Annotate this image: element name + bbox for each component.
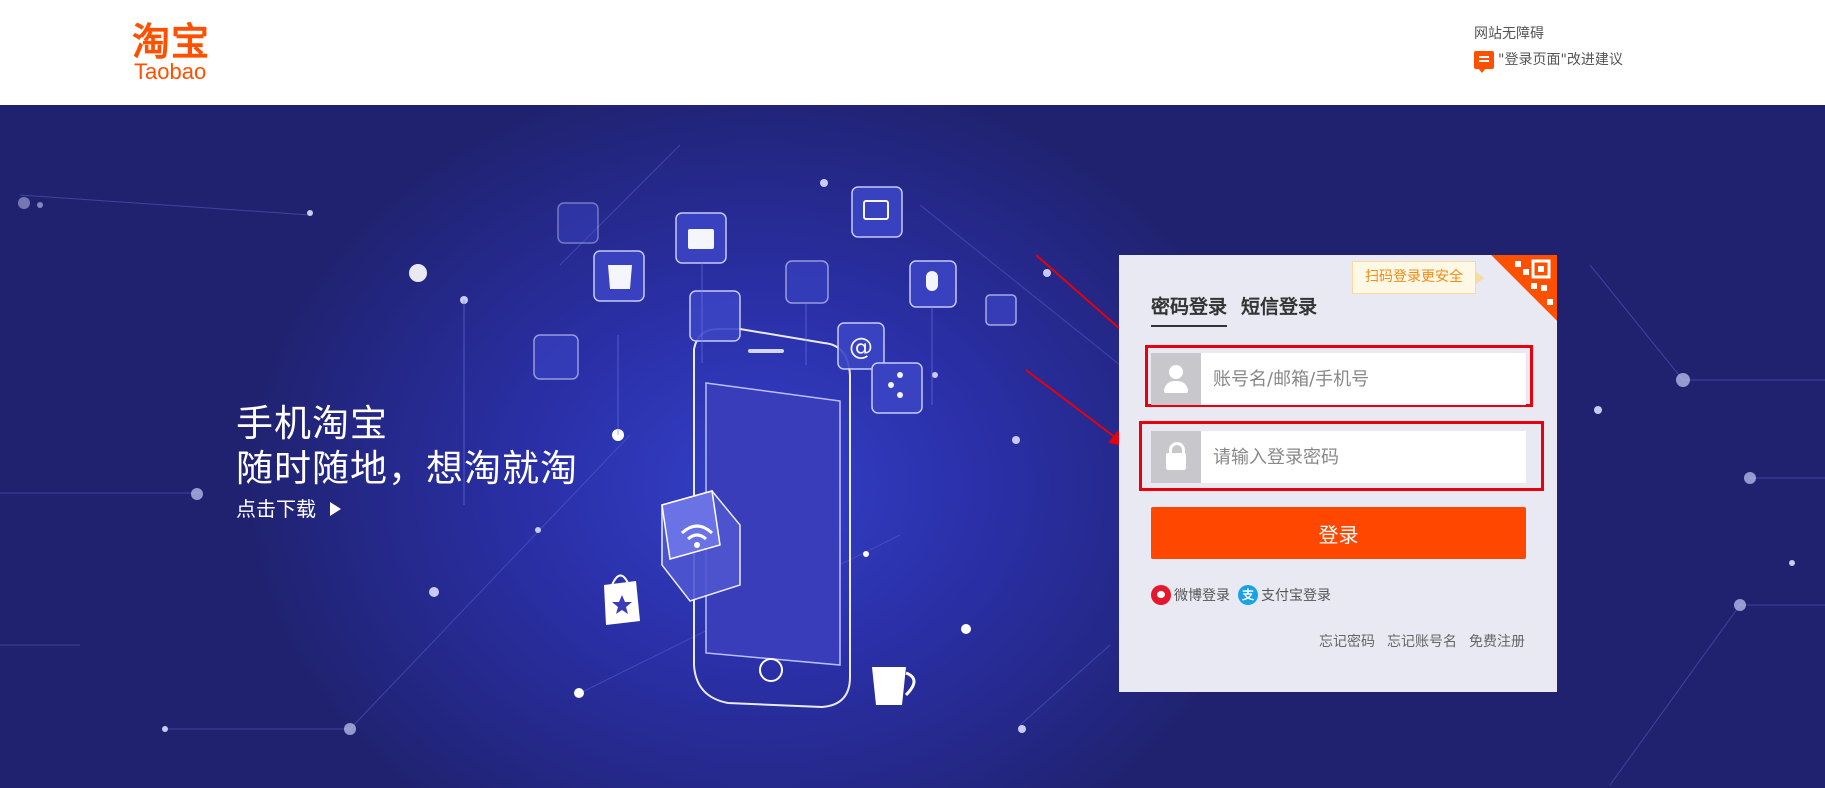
tab-password-login[interactable]: 密码登录 [1151,293,1228,327]
username-row [1151,353,1526,405]
username-input[interactable] [1201,353,1526,405]
alipay-label: 支付宝登录 [1261,588,1331,604]
logo-chinese: 淘宝 [132,20,211,64]
qr-login-tip[interactable]: 扫码登录更安全 [1352,261,1484,294]
promo-title: 手机淘宝 [236,402,388,445]
lock-icon [1151,431,1201,483]
register-link[interactable]: 免费注册 [1469,631,1525,651]
login-panel: 扫码登录更安全 密码登录 短信登录 登录 微博登录 支 [1119,255,1557,692]
logo-english: Taobao [134,59,207,84]
weibo-login[interactable]: 微博登录 [1151,585,1230,605]
message-icon [1474,51,1494,73]
password-row [1151,431,1526,483]
download-label: 点击下载 [236,497,316,521]
alipay-login[interactable]: 支 支付宝登录 [1238,585,1331,605]
login-tabs: 密码登录 短信登录 [1151,293,1331,327]
password-input[interactable] [1201,431,1526,483]
page-header: 淘宝 Taobao 网站无障碍 "登录页面"改进建议 [0,0,1825,105]
weibo-icon [1151,585,1171,605]
forgot-password-link[interactable]: 忘记密码 [1319,631,1375,651]
alipay-icon: 支 [1238,585,1258,605]
promo-subtitle: 随时随地，想淘就淘 [236,447,578,490]
feedback-link[interactable]: "登录页面"改进建议 [1498,50,1623,70]
header-links: 网站无障碍 "登录页面"改进建议 [1474,24,1623,73]
user-icon [1151,353,1201,405]
account-links: 忘记密码 忘记账号名 免费注册 [1307,631,1525,651]
qr-code-icon[interactable] [1491,255,1557,321]
play-icon [330,502,341,516]
forgot-account-link[interactable]: 忘记账号名 [1387,631,1457,651]
accessibility-link[interactable]: 网站无障碍 [1474,24,1623,44]
login-button[interactable]: 登录 [1151,507,1526,559]
download-link[interactable]: 点击下载 [236,494,341,524]
app-promo: 手机淘宝 随时随地，想淘就淘 点击下载 [236,402,578,524]
svg-text:@: @ [849,333,873,361]
weibo-label: 微博登录 [1174,588,1230,604]
feedback-row[interactable]: "登录页面"改进建议 [1474,50,1623,73]
social-login: 微博登录 支 支付宝登录 [1151,585,1339,605]
taobao-logo[interactable]: 淘宝 Taobao [132,20,232,84]
tab-sms-login[interactable]: 短信登录 [1241,293,1317,327]
